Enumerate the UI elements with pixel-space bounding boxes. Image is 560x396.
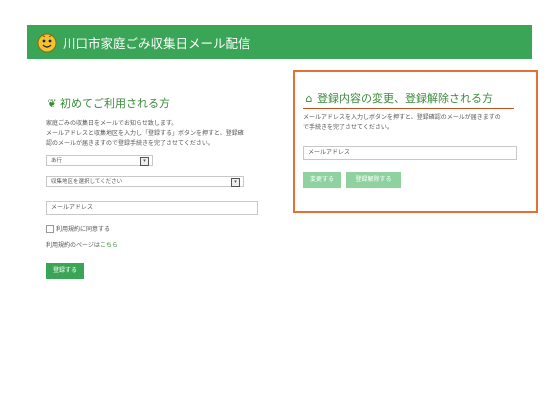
first-time-heading: ❦ 初めてご利用される方 [46,95,271,111]
desc-line: 家庭ごみの収集日をメールでお知らせ致します。 [46,120,178,127]
first-time-heading-text: 初めてご利用される方 [60,97,170,110]
home-icon: ⌂ [305,92,313,105]
terms-link[interactable]: こちら [100,242,118,249]
chevron-down-icon: ▾ [231,178,240,187]
change-email-field[interactable]: メールアドレス [303,146,517,160]
heading-underline [303,108,514,109]
unsubscribe-button[interactable]: 登録解除する [346,172,401,188]
change-heading: ⌂ 登録内容の変更、登録解除される方 [303,90,494,106]
desc-line: 認のメールが届きますので登録手続きを完了させてください。 [46,140,214,147]
site-title: 川口市家庭ごみ収集日メール配信 [63,36,251,51]
change-description: メールアドレスを入力しボタンを押すと、登録確認のメールが届きますの で手続きを完… [303,113,531,133]
chevron-down-icon: ▾ [140,157,149,166]
district-select[interactable]: 収集地区を選択してください ▾ [46,176,244,187]
agree-checkbox[interactable] [46,225,54,233]
register-button[interactable]: 登録する [46,263,84,279]
mascot-logo-icon [37,33,57,53]
terms-text: 利用規約のページはこちら [46,240,118,249]
email-field[interactable]: メールアドレス [46,201,258,215]
change-email-placeholder: メールアドレス [308,149,351,156]
first-time-description: 家庭ごみの収集日をメールでお知らせ致します。 メールアドレスと収集地区を入力し「… [46,119,271,149]
desc-line: メールアドレスと収集地区を入力し「登録する」ボタンを押すと、登録確 [46,130,244,137]
sprout-icon: ❦ [47,97,57,110]
district-select-value: 収集地区を選択してください [51,179,123,185]
row-select-value: あ行 [51,158,63,164]
row-select[interactable]: あ行 ▾ [46,155,153,166]
desc-line: で手続きを完了させてください。 [303,124,393,131]
terms-prefix: 利用規約のページは [46,242,100,249]
first-time-section: ❦ 初めてご利用される方 家庭ごみの収集日をメールでお知らせ致します。 メールアド… [46,95,271,149]
change-heading-text: 登録内容の変更、登録解除される方 [317,92,493,105]
email-placeholder: メールアドレス [51,204,94,211]
desc-line: メールアドレスを入力しボタンを押すと、登録確認のメールが届きますの [303,114,501,121]
agree-label: 利用規約に同意する [56,226,111,233]
change-button[interactable]: 変更する [303,172,341,188]
site-header: 川口市家庭ごみ収集日メール配信 [27,25,532,59]
